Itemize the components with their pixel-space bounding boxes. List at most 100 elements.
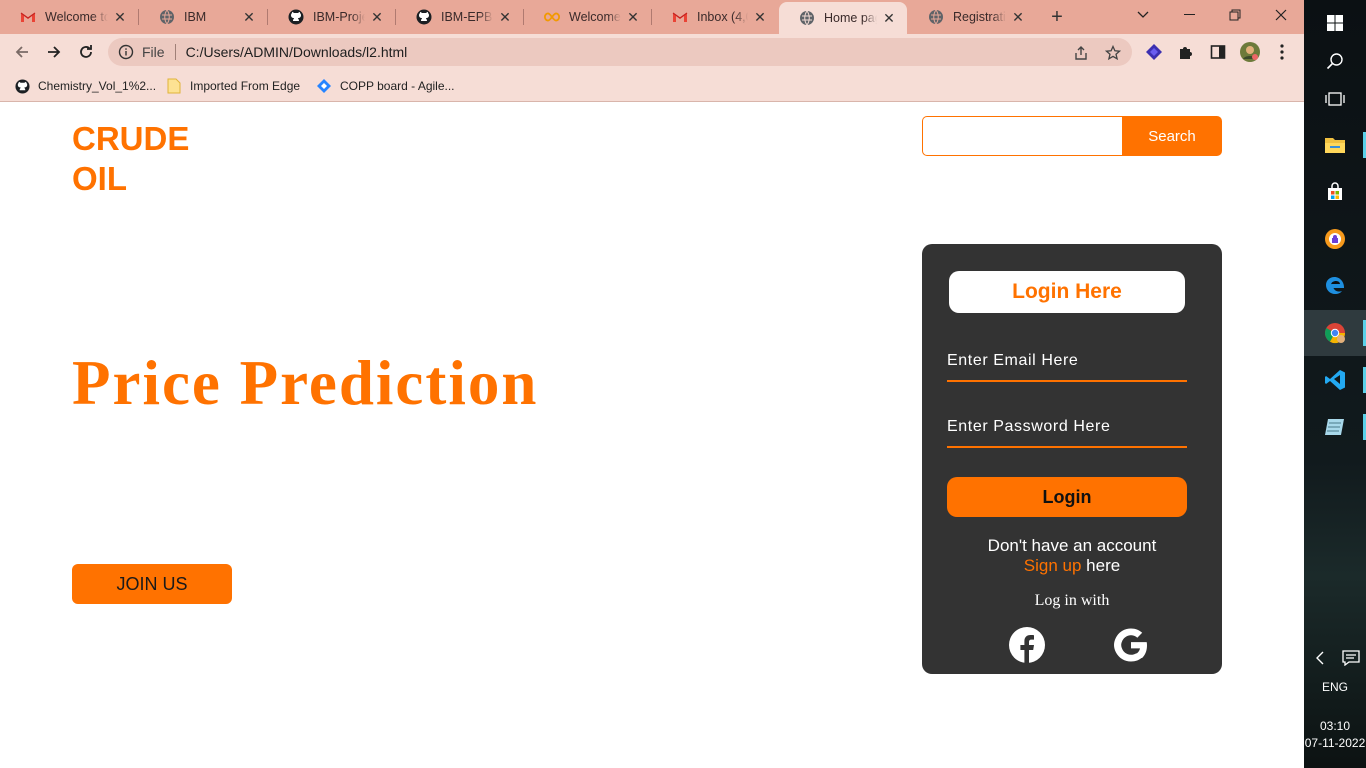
tab-registration[interactable]: Registration ✕ [908, 0, 1036, 34]
tab-gmail-welcome[interactable]: Welcome to ✕ [0, 0, 138, 34]
facebook-icon[interactable] [1008, 626, 1046, 664]
address-url[interactable]: C:/Users/ADMIN/Downloads/l2.html [186, 44, 408, 60]
file-explorer-icon[interactable] [1304, 122, 1366, 168]
globe-icon [799, 10, 815, 26]
browser-toolbar: File C:/Users/ADMIN/Downloads/l2.html [0, 34, 1304, 70]
google-icon[interactable] [1112, 626, 1150, 664]
login-with-label: Log in with [1034, 592, 1110, 609]
brave-vpn-icon[interactable] [1304, 216, 1366, 262]
search-button[interactable]: Search [1122, 116, 1222, 156]
share-icon[interactable] [1072, 44, 1090, 62]
bookmark-copp-board[interactable]: COPP board - Agile... [316, 76, 455, 96]
tab-welcome-to[interactable]: Welcome To ✕ [524, 0, 651, 34]
infinity-icon [544, 9, 560, 25]
globe-icon [928, 9, 944, 25]
chrome-icon[interactable] [1304, 310, 1366, 356]
chevron-left-icon[interactable] [1304, 635, 1335, 681]
tab-strip: Welcome to ✕ IBM ✕ IBM-Project ✕ IBM-EPB… [0, 0, 1304, 34]
microsoft-store-icon[interactable] [1304, 169, 1366, 215]
email-field[interactable] [947, 346, 1187, 382]
tab-ibm-project[interactable]: IBM-Project ✕ [268, 0, 395, 34]
tab-inbox[interactable]: Inbox (4,005 ✕ [652, 0, 778, 34]
signup-prompt: Don't have an account Sign up here [922, 536, 1222, 576]
tab-search-chevron-icon[interactable] [1120, 0, 1166, 30]
minimize-icon[interactable] [1166, 0, 1212, 30]
logo-line-1: CRUDE [72, 120, 190, 157]
close-icon[interactable]: ✕ [752, 9, 768, 25]
menu-dots-icon[interactable] [1272, 42, 1292, 62]
close-icon[interactable]: ✕ [112, 9, 128, 25]
close-icon[interactable]: ✕ [369, 9, 385, 25]
task-view-icon[interactable] [1304, 76, 1366, 122]
clock[interactable]: 03:10 07-11-2022 [1304, 718, 1366, 752]
tab-label: Inbox (4,005 [697, 10, 748, 24]
login-button[interactable]: Login [947, 477, 1187, 517]
bookmark-label: COPP board - Agile... [340, 79, 455, 93]
new-tab-plus-icon[interactable]: + [1045, 6, 1069, 28]
signup-suffix: here [1081, 556, 1121, 575]
web-page: CRUDE OIL Search Price Prediction JOIN U… [0, 103, 1304, 768]
reload-icon[interactable] [73, 40, 99, 64]
bookmark-star-icon[interactable] [1104, 44, 1122, 62]
gmail-icon [672, 9, 688, 25]
tab-label: IBM [184, 10, 207, 24]
notepad-icon[interactable] [1304, 404, 1366, 450]
tab-label: IBM-Project [313, 10, 365, 24]
site-logo: CRUDE OIL [72, 119, 242, 199]
tab-home-page[interactable]: Home page ✕ [779, 2, 907, 34]
side-panel-icon[interactable] [1208, 42, 1228, 62]
no-account-text: Don't have an account [987, 536, 1157, 555]
close-icon[interactable]: ✕ [241, 9, 257, 25]
desktop-screen: Welcome to ✕ IBM ✕ IBM-Project ✕ IBM-EPB… [0, 0, 1366, 768]
restore-icon[interactable] [1212, 0, 1258, 30]
bookmark-label: Imported From Edge [190, 79, 301, 93]
jira-icon [316, 78, 332, 94]
search-input[interactable] [922, 116, 1122, 156]
github-icon [288, 9, 304, 25]
extensions-puzzle-icon[interactable] [1176, 42, 1196, 62]
back-arrow-icon[interactable] [9, 40, 35, 64]
logo-line-2: OIL [72, 160, 127, 197]
clock-date: 07-11-2022 [1304, 736, 1366, 750]
address-divider [174, 44, 176, 60]
login-form: Login Here Login Don't have an account S… [922, 244, 1222, 674]
tab-ibm[interactable]: IBM ✕ [139, 0, 267, 34]
close-window-icon[interactable] [1258, 0, 1304, 30]
close-icon[interactable]: ✕ [497, 9, 513, 25]
edge-icon[interactable] [1304, 262, 1366, 308]
clock-time: 03:10 [1319, 719, 1351, 733]
signup-link[interactable]: Sign up [1024, 556, 1082, 575]
bookmark-label: Chemistry_Vol_1%2... [38, 79, 157, 93]
extension-diamond-icon[interactable] [1144, 42, 1164, 62]
close-icon[interactable]: ✕ [881, 10, 897, 26]
tab-label: Welcome To [569, 10, 621, 24]
login-title: Login Here [949, 271, 1185, 313]
info-icon[interactable] [118, 44, 134, 60]
globe-icon [159, 9, 175, 25]
bookmark-imported-from-edge[interactable]: Imported From Edge [166, 76, 300, 96]
gmail-icon [20, 9, 36, 25]
tab-ibm-epbl[interactable]: IBM-EPBL/IB ✕ [396, 0, 523, 34]
tab-label: Home page [824, 11, 877, 25]
tab-label: Welcome to [45, 10, 108, 24]
bookmark-chemistry[interactable]: Chemistry_Vol_1%2... [14, 76, 156, 96]
join-us-button[interactable]: JOIN US [72, 564, 232, 604]
password-field[interactable] [947, 412, 1187, 448]
address-scheme-label: File [142, 44, 165, 60]
browser-window: Welcome to ✕ IBM ✕ IBM-Project ✕ IBM-EPB… [0, 0, 1304, 768]
tab-label: IBM-EPBL/IB [441, 10, 493, 24]
vscode-icon[interactable] [1304, 357, 1366, 403]
bookmarks-bar: Chemistry_Vol_1%2... Imported From Edge … [0, 70, 1304, 102]
github-icon [416, 9, 432, 25]
close-icon[interactable]: ✕ [1010, 9, 1026, 25]
forward-arrow-icon[interactable] [41, 40, 67, 64]
tab-label: Registration [953, 10, 1006, 24]
language-indicator[interactable]: ENG [1304, 680, 1366, 694]
address-bar[interactable]: File C:/Users/ADMIN/Downloads/l2.html [108, 38, 1132, 66]
github-icon [14, 78, 30, 94]
profile-avatar-icon[interactable] [1240, 42, 1260, 62]
folder-icon [166, 78, 182, 94]
close-icon[interactable]: ✕ [625, 9, 641, 25]
notifications-icon[interactable] [1335, 635, 1366, 681]
page-headline: Price Prediction [72, 348, 539, 418]
